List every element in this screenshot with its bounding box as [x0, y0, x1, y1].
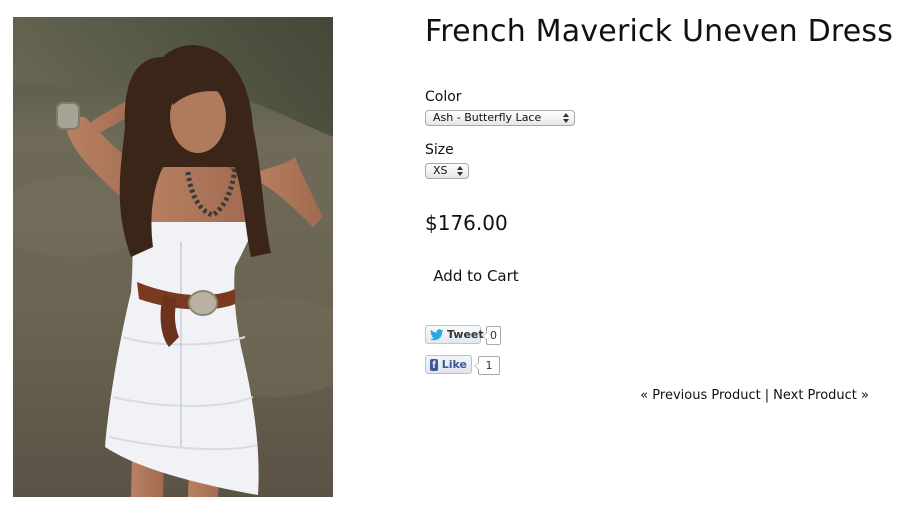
size-label: Size [425, 142, 454, 158]
product-image [13, 17, 333, 497]
like-count: 1 [474, 356, 500, 375]
updown-arrows-icon [563, 113, 569, 123]
previous-product-link[interactable]: « Previous Product [640, 388, 761, 403]
next-product-link[interactable]: Next Product » [773, 388, 869, 403]
product-title: French Maverick Uneven Dress [425, 14, 894, 49]
tweet-label: Tweet [447, 328, 484, 341]
product-price: $176.00 [425, 211, 508, 235]
tweet-button[interactable]: Tweet [425, 325, 484, 344]
color-select-value: Ash - Butterfly Lace [433, 111, 542, 124]
color-label: Color [425, 89, 462, 105]
updown-arrows-icon [457, 166, 463, 176]
product-pagination: « Previous Product | Next Product » [640, 388, 869, 403]
tweet-count: 0 [482, 326, 501, 345]
size-select[interactable]: XS [425, 163, 469, 179]
like-button[interactable]: f Like [425, 355, 472, 374]
product-photo-illustration [13, 17, 333, 497]
facebook-f-icon: f [430, 358, 438, 371]
pagination-separator: | [764, 388, 770, 403]
add-to-cart-button[interactable]: Add to Cart [430, 263, 522, 289]
like-label: Like [441, 358, 467, 371]
color-select[interactable]: Ash - Butterfly Lace [425, 110, 575, 126]
twitter-bird-icon [430, 328, 444, 341]
size-select-value: XS [433, 164, 448, 177]
